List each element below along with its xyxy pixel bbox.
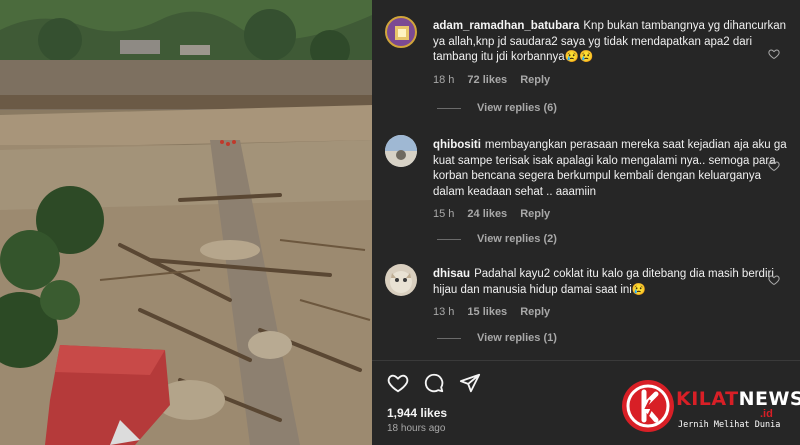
post-likes-count[interactable]: 1,944 likes xyxy=(387,406,447,420)
post-timestamp: 18 hours ago xyxy=(387,423,446,434)
comment-username[interactable]: qhibositi xyxy=(433,139,481,151)
kilatnews-watermark: KILATNEWS .id Jernih Melihat Dunia xyxy=(620,378,800,438)
comment-time: 15 h xyxy=(433,208,455,220)
small-heart-icon[interactable] xyxy=(768,48,780,60)
reply-button[interactable]: Reply xyxy=(520,305,550,321)
post-actions xyxy=(387,372,481,394)
comment-likes[interactable]: 72 likes xyxy=(467,73,507,89)
heart-icon[interactable] xyxy=(387,372,409,394)
comment-meta: 18 h 72 likes Reply xyxy=(433,73,788,89)
post-image[interactable] xyxy=(0,0,372,445)
small-heart-icon[interactable] xyxy=(768,160,780,172)
kilatnews-wordmark-part1: KILAT xyxy=(676,388,739,410)
comment-body: adam_ramadhan_batubara Knp bukan tambangn… xyxy=(433,19,788,88)
kilatnews-tld: .id xyxy=(760,408,773,420)
view-replies-button[interactable]: View replies (1) xyxy=(437,332,557,344)
comment-time: 18 h xyxy=(433,73,455,86)
replies-divider-line xyxy=(437,337,461,339)
comment-likes[interactable]: 15 likes xyxy=(467,305,507,321)
reply-button[interactable]: Reply xyxy=(520,207,550,223)
view-replies-button[interactable]: View replies (6) xyxy=(437,102,557,114)
kilatnews-logo-icon xyxy=(622,380,674,432)
comment-body: qhibositi membayangkan perasaan mereka sa… xyxy=(433,138,788,223)
comment-meta: 15 h 24 likes Reply xyxy=(433,207,788,223)
comment-meta: 13 h 15 likes Reply xyxy=(433,305,788,321)
reply-button[interactable]: Reply xyxy=(520,73,550,89)
comment-text: Padahal kayu2 coklat itu kalo ga diteban… xyxy=(433,268,774,296)
view-replies-button[interactable]: View replies (2) xyxy=(437,233,557,245)
kilatnews-tagline: Jernih Melihat Dunia xyxy=(678,420,781,430)
replies-divider-line xyxy=(437,238,461,240)
comment-body: dhisau Padahal kayu2 coklat itu kalo ga d… xyxy=(433,267,788,321)
replies-divider-line xyxy=(437,107,461,109)
kilatnews-wordmark: KILATNEWS xyxy=(676,388,800,410)
small-heart-icon[interactable] xyxy=(768,274,780,286)
comment-username[interactable]: adam_ramadhan_batubara xyxy=(433,20,579,32)
comment-icon[interactable] xyxy=(423,372,445,394)
comment-username[interactable]: dhisau xyxy=(433,268,470,280)
share-icon[interactable] xyxy=(459,372,481,394)
view-replies-label[interactable]: View replies (2) xyxy=(477,233,557,245)
comment-time: 13 h xyxy=(433,306,455,318)
avatar[interactable] xyxy=(385,264,417,296)
view-replies-label[interactable]: View replies (1) xyxy=(477,332,557,344)
avatar[interactable] xyxy=(385,16,417,48)
avatar[interactable] xyxy=(385,135,417,167)
view-replies-label[interactable]: View replies (6) xyxy=(477,102,557,114)
kilatnews-wordmark-part2: NEWS xyxy=(738,388,800,410)
comment-likes[interactable]: 24 likes xyxy=(467,207,507,223)
panel-divider xyxy=(372,360,800,361)
comment-text: membayangkan perasaan mereka saat kejadi… xyxy=(433,139,787,198)
